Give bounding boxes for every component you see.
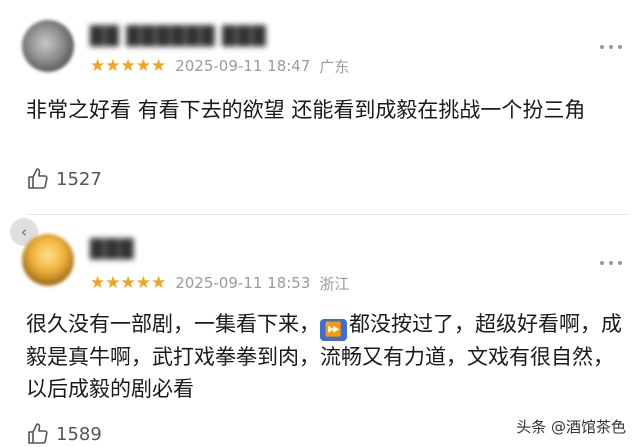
- comment-meta: ★★★★★ 2025-09-11 18:47 广东: [90, 55, 349, 77]
- like-button[interactable]: 1589: [26, 421, 102, 447]
- watermark: 头条 @酒馆茶色: [516, 418, 626, 436]
- like-count: 1589: [56, 423, 102, 445]
- thumbs-up-icon: [28, 423, 48, 444]
- comment-item: ██ ██████ ███ ★★★★★ 2025-09-11 18:47 广东 …: [0, 0, 640, 214]
- like-button[interactable]: 1527: [26, 166, 102, 192]
- comment-divider: [26, 214, 630, 215]
- comment-item: ███ ★★★★★ 2025-09-11 18:53 浙江 很久没有一部剧，一集…: [0, 216, 640, 447]
- comment-meta: ★★★★★ 2025-09-11 18:53 浙江: [90, 272, 349, 294]
- username[interactable]: ███: [90, 239, 135, 261]
- avatar[interactable]: [22, 234, 74, 286]
- more-options-icon[interactable]: [600, 42, 628, 52]
- comment-text: 很久没有一部剧，一集看下来， ⏩ 都没按过了，超级好看啊，成毅是真牛啊，武打戏拳拳到…: [26, 308, 626, 405]
- thumbs-up-icon: [28, 168, 48, 189]
- comment-datetime: 2025-09-11 18:47: [175, 57, 311, 75]
- comment-location: 广东: [319, 57, 350, 76]
- comment-text-part: 很久没有一部剧，一集看下来，: [26, 312, 320, 336]
- rating-stars: ★★★★★: [90, 273, 167, 293]
- avatar[interactable]: [22, 20, 74, 72]
- username[interactable]: ██ ██████ ███: [90, 26, 267, 48]
- fast-forward-icon: ⏩: [320, 319, 347, 341]
- rating-stars: ★★★★★: [90, 56, 167, 76]
- comment-text: 非常之好看 有看下去的欲望 还能看到成毅在挑战一个扮三角: [26, 98, 586, 122]
- more-options-icon[interactable]: [600, 258, 628, 268]
- comment-datetime: 2025-09-11 18:53: [175, 274, 311, 292]
- comment-location: 浙江: [319, 274, 350, 293]
- like-count: 1527: [56, 168, 102, 190]
